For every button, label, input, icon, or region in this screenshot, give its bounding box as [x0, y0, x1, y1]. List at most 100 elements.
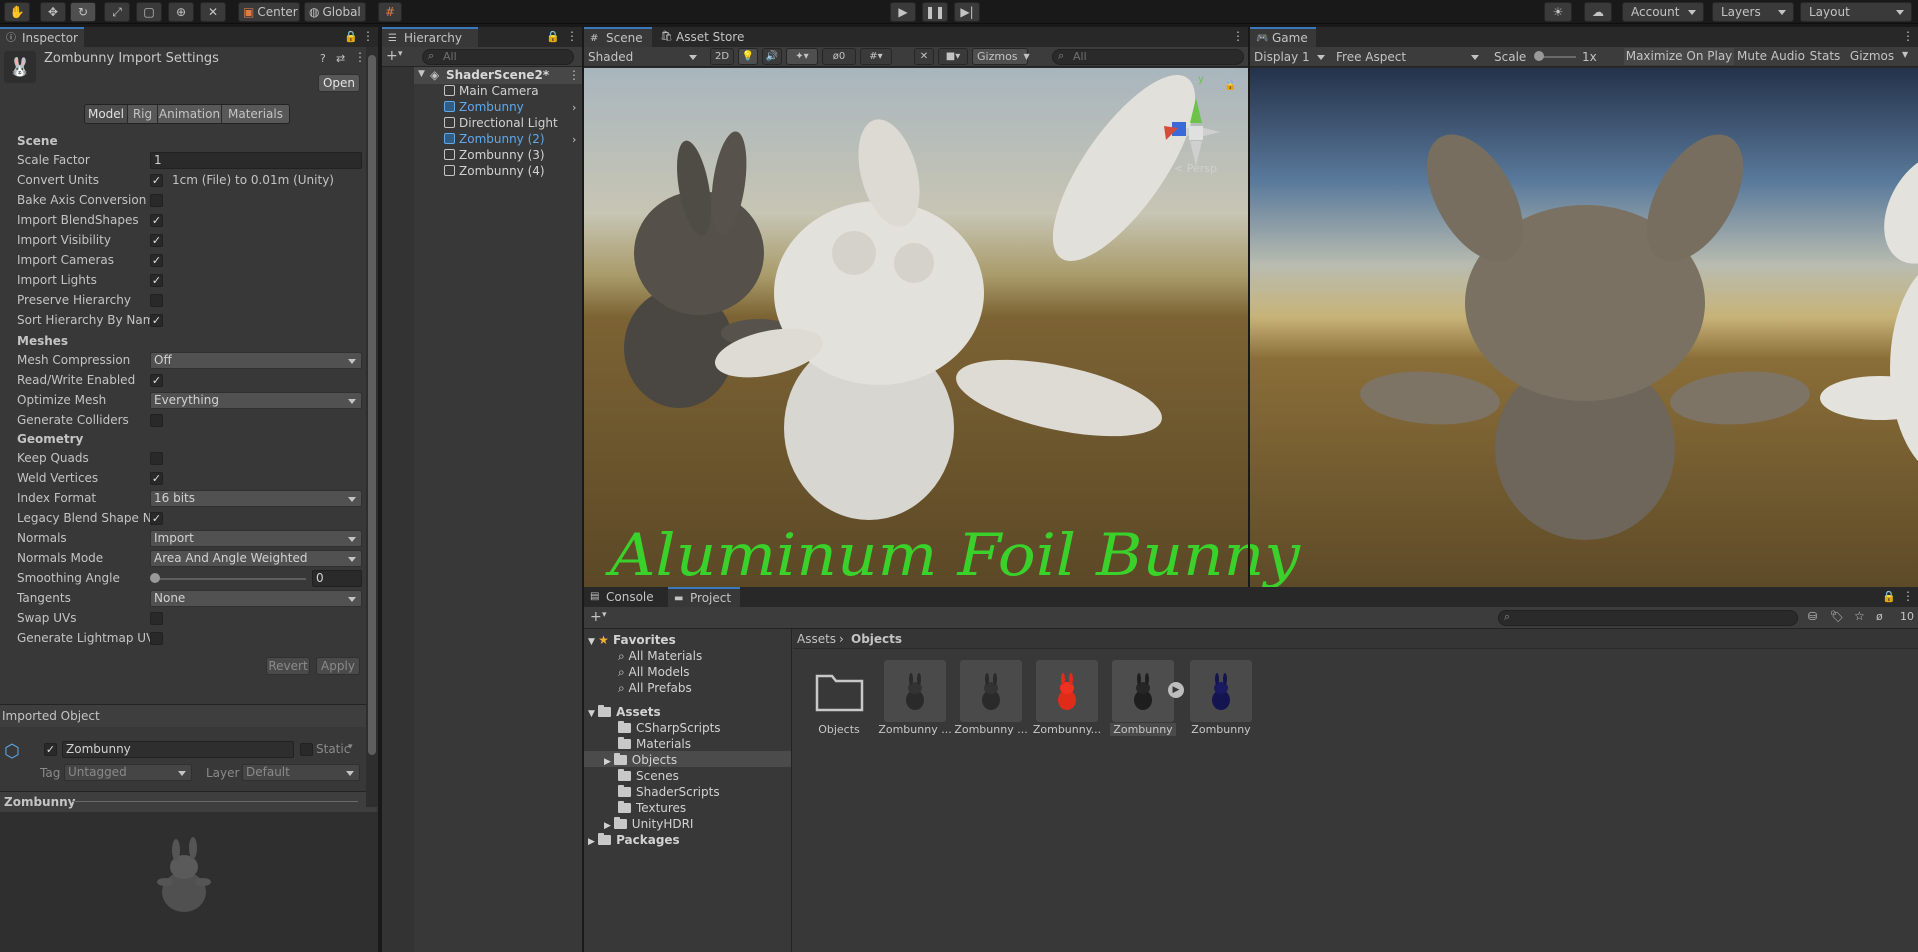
rect-tool-button[interactable]: ▢: [136, 2, 162, 22]
project-search-input[interactable]: [1498, 610, 1798, 626]
preview-drag-handle[interactable]: [72, 801, 358, 802]
normals-dropdown[interactable]: Import: [150, 530, 362, 547]
foil-bunny-model[interactable]: [711, 68, 1220, 520]
hierarchy-item-zombunny-3[interactable]: Zombunny (3): [444, 148, 545, 164]
hierarchy-search-input[interactable]: All: [422, 49, 574, 65]
lighting-toggle[interactable]: 💡: [738, 48, 758, 65]
component-menu-icon[interactable]: ⋮: [354, 51, 366, 64]
sort-hierarchy-checkbox[interactable]: ✓: [150, 314, 163, 327]
revert-button[interactable]: Revert: [266, 657, 310, 675]
convert-units-checkbox[interactable]: ✓: [150, 174, 163, 187]
prefab-open-arrow[interactable]: ›: [572, 101, 576, 114]
tab-game[interactable]: 🎮 Game: [1250, 27, 1316, 47]
scene-menu-icon[interactable]: ⋮: [1232, 30, 1244, 43]
folder-objects[interactable]: ▶ Objects: [604, 753, 677, 767]
favorites-header[interactable]: ▼ ★ Favorites: [588, 633, 676, 647]
splitter[interactable]: [582, 24, 584, 952]
scale-tool-button[interactable]: ⤢: [104, 2, 130, 22]
hierarchy-item-main-camera[interactable]: Main Camera: [444, 84, 539, 100]
game-gizmos-arrow[interactable]: ▼: [1902, 50, 1908, 59]
hidden-packages-icon[interactable]: ø: [1876, 610, 1883, 623]
tools-toggle[interactable]: ✕: [914, 48, 934, 65]
folder-unityhdri[interactable]: ▶ UnityHDRI: [604, 817, 693, 831]
scene-header-row[interactable]: ▼ ◈ ShaderScene2* ⋮: [414, 67, 582, 84]
mute-audio-toggle[interactable]: Mute Audio: [1736, 48, 1806, 65]
inspector-menu-icon[interactable]: ⋮: [362, 30, 374, 43]
cloud-button[interactable]: ☁: [1584, 2, 1612, 22]
project-lock-icon[interactable]: 🔒: [1882, 590, 1896, 603]
pivot-rotation-button[interactable]: ◍ Global: [304, 2, 366, 22]
hierarchy-item-zombunny[interactable]: Zombunny: [444, 100, 524, 116]
import-cameras-checkbox[interactable]: ✓: [150, 254, 163, 267]
shading-mode-dropdown[interactable]: Shaded: [586, 48, 704, 65]
object-name-field[interactable]: Zombunny: [62, 741, 294, 758]
hierarchy-lock-icon[interactable]: 🔒: [546, 30, 560, 43]
lightmap-uvs-checkbox[interactable]: [150, 632, 163, 645]
persp-label[interactable]: < Persp: [1174, 162, 1217, 175]
project-create-arrow[interactable]: ▾: [602, 610, 607, 620]
folder-materials[interactable]: Materials: [618, 737, 691, 751]
import-blendshapes-checkbox[interactable]: ✓: [150, 214, 163, 227]
favorite-star-icon[interactable]: ☆: [1854, 609, 1865, 623]
swap-uvs-checkbox[interactable]: [150, 612, 163, 625]
folder-textures[interactable]: Textures: [618, 801, 686, 815]
display-dropdown[interactable]: Display 1: [1252, 48, 1332, 65]
tangents-dropdown[interactable]: None: [150, 590, 362, 607]
smoothing-angle-field[interactable]: 0: [312, 570, 362, 587]
create-plus-icon[interactable]: +: [386, 48, 398, 64]
static-dropdown-arrow[interactable]: ▾: [348, 742, 353, 752]
gizmo-lock-icon[interactable]: 🔒: [1224, 80, 1236, 91]
tab-rig[interactable]: Rig: [127, 105, 157, 123]
maximize-on-play-toggle[interactable]: Maximize On Play: [1624, 48, 1734, 65]
inspector-scrollbar[interactable]: [366, 47, 378, 807]
play-button[interactable]: ▶: [890, 2, 916, 22]
tab-project[interactable]: ▬ Project: [668, 587, 740, 607]
static-checkbox[interactable]: [300, 743, 313, 756]
expand-asset-icon[interactable]: ▶: [1168, 682, 1184, 698]
import-visibility-checkbox[interactable]: ✓: [150, 234, 163, 247]
game-viewport[interactable]: [1250, 68, 1918, 587]
project-create-plus-icon[interactable]: +: [590, 609, 602, 625]
asset-zombunny-2[interactable]: [960, 660, 1022, 722]
help-icon[interactable]: ?: [320, 52, 326, 65]
scene-viewport[interactable]: y 🔒 < Persp: [584, 68, 1248, 587]
gizmos-toggle[interactable]: Gizmos ▼: [972, 48, 1030, 65]
layout-dropdown[interactable]: Layout: [1800, 2, 1912, 22]
2d-toggle[interactable]: 2D: [710, 48, 734, 65]
create-dropdown-arrow[interactable]: ▾: [398, 49, 403, 59]
preserve-hierarchy-checkbox[interactable]: [150, 294, 163, 307]
keep-quads-checkbox[interactable]: [150, 452, 163, 465]
tab-asset-store[interactable]: 🛍 Asset Store: [654, 27, 754, 47]
tab-hierarchy[interactable]: ☰ Hierarchy: [382, 27, 478, 47]
smoothing-angle-slider[interactable]: [150, 573, 160, 583]
favorite-all-models[interactable]: ⌕ All Models: [618, 665, 690, 680]
prefab-open-arrow[interactable]: ›: [572, 133, 576, 146]
asset-zombunny-blue[interactable]: [1190, 660, 1252, 722]
hand-tool-button[interactable]: ✋: [4, 2, 30, 22]
tab-inspector[interactable]: ⓘ Inspector: [0, 27, 84, 47]
camera-toggle[interactable]: ■▾: [938, 48, 968, 65]
move-tool-button[interactable]: ✥: [40, 2, 66, 22]
folder-scenes[interactable]: Scenes: [618, 769, 679, 783]
legacy-blend-checkbox[interactable]: ✓: [150, 512, 163, 525]
breadcrumb-assets[interactable]: Assets: [797, 632, 836, 646]
account-dropdown[interactable]: Account: [1622, 2, 1704, 22]
import-lights-checkbox[interactable]: ✓: [150, 274, 163, 287]
scene-menu-icon[interactable]: ⋮: [568, 69, 580, 82]
scale-factor-field[interactable]: 1: [150, 152, 362, 169]
inspector-scroll-thumb[interactable]: [368, 55, 376, 755]
mesh-compression-dropdown[interactable]: Off: [150, 352, 362, 369]
folder-shaderscripts[interactable]: ShaderScripts: [618, 785, 720, 799]
stats-toggle[interactable]: Stats: [1808, 48, 1842, 65]
weld-vertices-checkbox[interactable]: ✓: [150, 472, 163, 485]
pause-button[interactable]: ❚❚: [922, 2, 948, 22]
hierarchy-item-zombunny-2[interactable]: Zombunny (2): [444, 132, 545, 148]
hierarchy-item-directional-light[interactable]: Directional Light: [444, 116, 558, 132]
index-format-dropdown[interactable]: 16 bits: [150, 490, 362, 507]
grid-toggle[interactable]: #▾: [860, 48, 892, 65]
search-by-type-icon[interactable]: ⛁: [1808, 610, 1817, 623]
audio-toggle[interactable]: 🔊: [762, 48, 782, 65]
model-preview[interactable]: ⬢: [0, 812, 378, 952]
services-button[interactable]: ☀: [1544, 2, 1572, 22]
preset-icon[interactable]: ⇄: [336, 52, 345, 65]
